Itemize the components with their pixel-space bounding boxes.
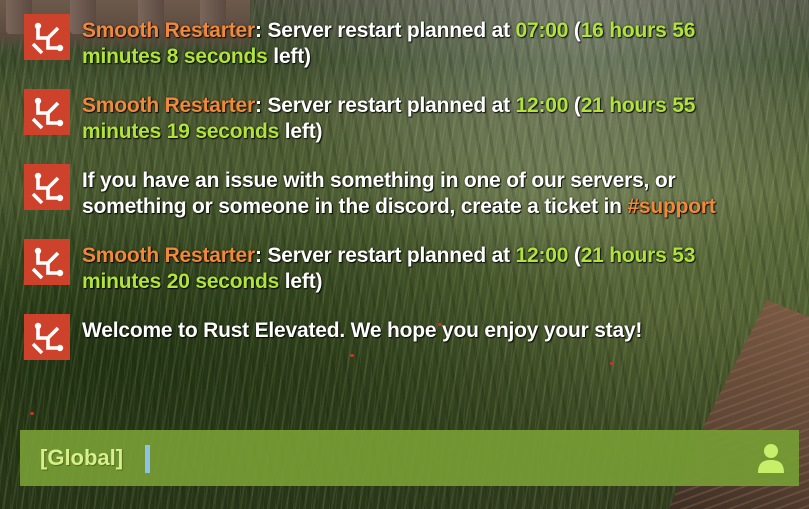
sender-name: Smooth Restarter: [82, 19, 256, 42]
message-body: Welcome to Rust Elevated. We hope you en…: [82, 319, 643, 342]
message-paren-close: left): [279, 120, 323, 143]
restart-time: 12:00: [515, 94, 569, 117]
message-paren-open: (: [568, 94, 581, 117]
rust-logo-icon: [24, 14, 70, 60]
restart-time: 07:00: [515, 19, 569, 42]
chat-message: Welcome to Rust Elevated. We hope you en…: [24, 312, 744, 360]
text-caret: [145, 445, 150, 473]
rust-logo-icon: [24, 89, 70, 135]
rust-logo-icon: [24, 164, 70, 210]
restart-time: 12:00: [515, 244, 569, 267]
chat-message: Smooth Restarter: Server restart planned…: [24, 237, 744, 295]
message-paren-close: left): [279, 270, 323, 293]
rust-logo-icon: [24, 314, 70, 360]
chat-message: Smooth Restarter: Server restart planned…: [24, 87, 744, 145]
sender-name: Smooth Restarter: [82, 94, 256, 117]
message-body: If you have an issue with something in o…: [82, 169, 676, 218]
chat-input-bar[interactable]: [Global]: [20, 430, 799, 486]
chat-message-text: Smooth Restarter: Server restart planned…: [82, 237, 744, 295]
chat-message: If you have an issue with something in o…: [24, 162, 744, 220]
message-body: Server restart planned at: [267, 94, 516, 117]
chat-message-text: Smooth Restarter: Server restart planned…: [82, 87, 744, 145]
message-separator: :: [255, 94, 268, 117]
support-channel-link: #support: [627, 195, 716, 218]
chat-channel-label[interactable]: [Global]: [40, 445, 123, 471]
message-paren-close: left): [267, 45, 311, 68]
message-body: Server restart planned at: [267, 19, 516, 42]
chat-message: Smooth Restarter: Server restart planned…: [24, 12, 744, 70]
message-paren-open: (: [568, 244, 581, 267]
chat-message-text: Smooth Restarter: Server restart planned…: [82, 12, 744, 70]
sender-name: Smooth Restarter: [82, 244, 256, 267]
background-flower: [30, 412, 34, 415]
person-icon[interactable]: [757, 443, 785, 473]
message-paren-open: (: [568, 19, 581, 42]
chat-message-text: If you have an issue with something in o…: [82, 162, 744, 220]
message-separator: :: [255, 244, 268, 267]
rust-logo-icon: [24, 239, 70, 285]
message-body: Server restart planned at: [267, 244, 516, 267]
chat-input[interactable]: [156, 440, 740, 478]
message-separator: :: [255, 19, 268, 42]
chat-message-text: Welcome to Rust Elevated. We hope you en…: [82, 312, 642, 344]
chat-log: Smooth Restarter: Server restart planned…: [24, 12, 744, 377]
